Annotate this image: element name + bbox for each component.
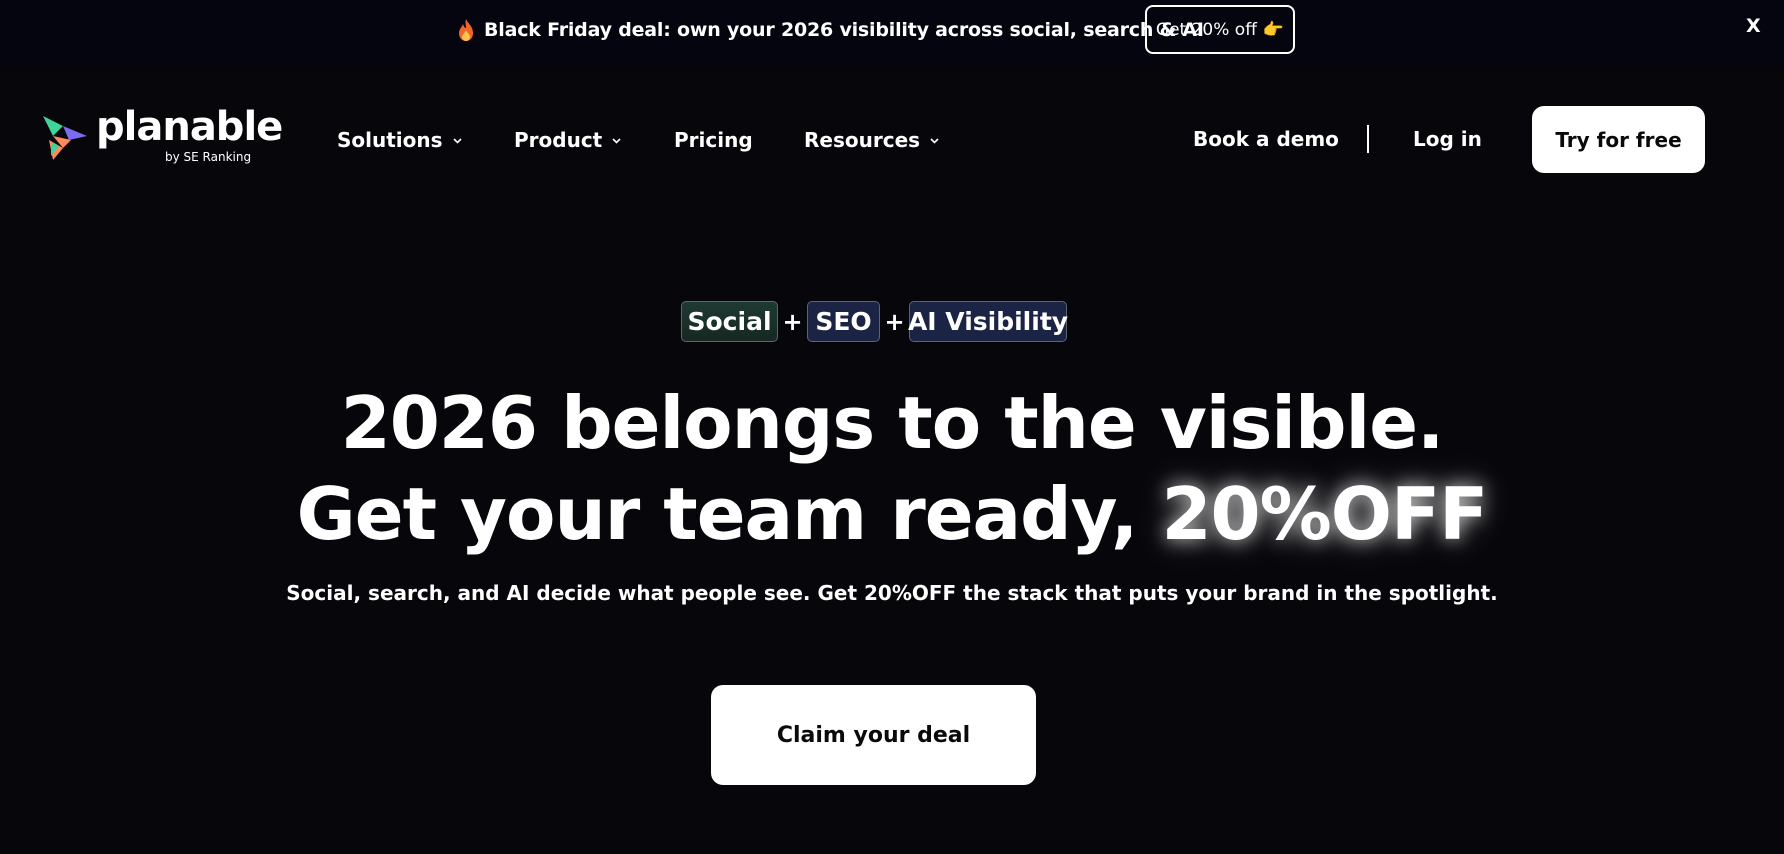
hero-headline-prefix: Get your team ready, [296, 472, 1162, 556]
logo-subtitle: by SE Ranking [165, 150, 252, 164]
claim-deal-button[interactable]: Claim your deal [711, 685, 1036, 785]
pill-seo: SEO [807, 301, 880, 342]
get-discount-label: Get 20% off [1155, 19, 1257, 40]
close-promo-button[interactable]: X [1746, 15, 1761, 37]
plus-sign: + [782, 307, 803, 336]
pill-social: Social [681, 301, 778, 342]
hero-headline-line2: Get your team ready, 20%OFF [0, 473, 1784, 555]
nav-product[interactable]: Product [514, 128, 622, 152]
nav-solutions-label: Solutions [337, 128, 443, 152]
nav-product-label: Product [514, 128, 603, 152]
try-for-free-label: Try for free [1555, 127, 1682, 152]
flame-icon [459, 19, 473, 41]
book-demo-link[interactable]: Book a demo [1193, 127, 1339, 151]
pointing-hand-icon: 👉 [1262, 19, 1285, 40]
nav-resources-label: Resources [804, 128, 921, 152]
chevron-down-icon [452, 137, 462, 144]
nav-pricing[interactable]: Pricing [674, 128, 753, 152]
hero-subtitle: Social, search, and AI decide what peopl… [286, 581, 1498, 605]
plus-sign: + [884, 307, 905, 336]
promo-bar: Black Friday deal: own your 2026 visibil… [0, 0, 1784, 66]
pill-ai-visibility: AI Visibility [908, 301, 1068, 342]
nav-solutions[interactable]: Solutions [337, 128, 463, 152]
nav-pricing-label: Pricing [674, 128, 753, 152]
hero-discount-highlight: 20%OFF [1161, 472, 1488, 556]
try-for-free-button[interactable]: Try for free [1532, 106, 1705, 173]
nav-resources[interactable]: Resources [804, 128, 940, 152]
get-discount-button[interactable]: Get 20% off 👉 [1145, 5, 1295, 54]
product-pills: Social + SEO + AI Visibility [681, 301, 1068, 342]
claim-deal-label: Claim your deal [776, 722, 971, 748]
chevron-down-icon [612, 137, 621, 144]
logo-wordmark: planable [96, 104, 283, 150]
login-link[interactable]: Log in [1413, 127, 1482, 151]
header-divider [1367, 125, 1369, 153]
chevron-down-icon [930, 137, 939, 144]
promo-text: Black Friday deal: own your 2026 visibil… [484, 19, 1204, 41]
hero-headline-line1: 2026 belongs to the visible. [340, 381, 1445, 465]
planable-logo-icon [43, 116, 87, 160]
planable-logo[interactable]: planable by SE Ranking [41, 104, 283, 168]
